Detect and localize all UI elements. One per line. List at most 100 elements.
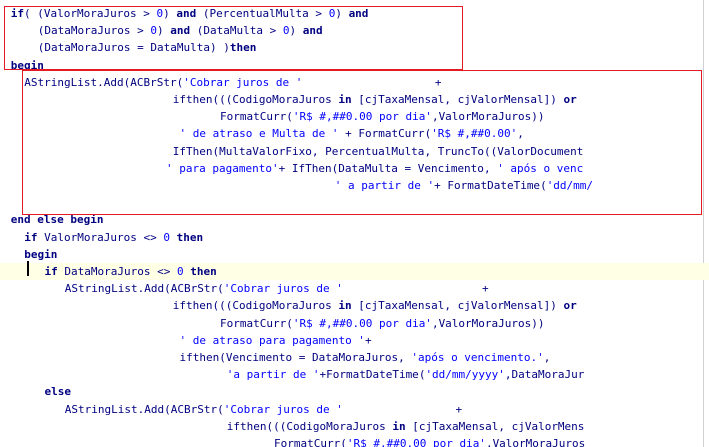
- code-token: +: [338, 127, 359, 141]
- code-token: in: [338, 299, 352, 313]
- code-token: +: [278, 161, 292, 175]
- code-token: ' de atraso para pagamento ': [179, 333, 365, 347]
- code-token: FormatDateTime: [326, 368, 419, 382]
- code-token: ValorMoraJuros: [438, 110, 532, 124]
- code-token: DataMulta: [338, 161, 398, 175]
- code-line[interactable]: if( (ValorMoraJuros > 0) and (Percentual…: [0, 5, 709, 22]
- code-token: ,: [431, 110, 439, 124]
- code-token: if: [44, 265, 58, 278]
- code-token: ,: [444, 299, 458, 313]
- code-token: end else begin: [10, 213, 104, 227]
- code-line[interactable]: AStringList.Add(ACBrStr('Cobrar juros de…: [0, 401, 709, 418]
- code-line[interactable]: AStringList.Add(ACBrStr('Cobrar juros de…: [0, 280, 709, 297]
- code-token: 'dd/mm/: [546, 179, 594, 192]
- code-line[interactable]: ifthen(Vencimento = DataMoraJuros, 'após…: [0, 349, 709, 366]
- code-token: ,: [504, 368, 512, 382]
- code-token: ' a partir de ': [334, 179, 435, 192]
- code-token: if: [10, 7, 24, 20]
- code-token: [: [405, 419, 419, 433]
- code-token: ACBrStr: [130, 75, 177, 89]
- code-token: DataMulta: [203, 24, 263, 38]
- code-token: ValorMoraJuros: [43, 7, 137, 20]
- code-token: 'Cobrar juros de ': [223, 282, 343, 296]
- code-token: DataMoraJuros: [44, 41, 131, 55]
- code-token: CodigoMoraJuros: [232, 93, 332, 106]
- code-token: ,: [398, 351, 412, 364]
- code-line[interactable]: (DataMoraJuros = DataMulta) )then: [0, 39, 709, 56]
- code-token: DataMoraJuros: [311, 351, 399, 364]
- code-token: ]): [543, 93, 564, 106]
- code-line[interactable]: FormatCurr('R$ #,##0.00 por dia',ValorMo…: [0, 108, 709, 125]
- code-token: PercentualMulta: [209, 7, 309, 20]
- code-token: <>: [136, 230, 164, 244]
- code-token: CodigoMoraJuros: [286, 419, 386, 433]
- code-line[interactable]: FormatCurr('R$ #,##0.00 por dia',ValorMo…: [0, 435, 709, 447]
- code-line[interactable]: [0, 194, 709, 211]
- code-token: cjTaxaMensal: [418, 419, 499, 433]
- code-token: =: [130, 41, 151, 55]
- code-token: +: [364, 333, 372, 347]
- code-token: 0: [150, 24, 157, 38]
- code-token: ValorDocument: [497, 144, 584, 158]
- code-token: cjValorMensal: [457, 299, 544, 313]
- code-line[interactable]: ' de atraso para pagamento '+: [0, 332, 709, 349]
- code-token: TruncTo: [437, 144, 485, 158]
- code-line[interactable]: ifthen(((CodigoMoraJuros in [cjTaxaMensa…: [0, 297, 709, 314]
- code-token: (((: [212, 299, 233, 313]
- code-token: ValorMoraJuros: [492, 437, 586, 447]
- code-line[interactable]: if DataMoraJuros <> 0 then: [0, 263, 709, 280]
- code-token: ifthen: [172, 93, 213, 106]
- code-token: [: [351, 93, 365, 106]
- code-line[interactable]: ' para pagamento'+ IfThen(DataMulta = Ve…: [0, 160, 709, 177]
- code-token: >: [262, 24, 283, 38]
- code-token: ): [335, 7, 349, 20]
- code-line[interactable]: ifthen(((CodigoMoraJuros in [cjTaxaMensa…: [0, 91, 709, 108]
- code-token: or: [563, 93, 577, 106]
- code-line[interactable]: if ValorMoraJuros <> 0 then: [0, 229, 709, 246]
- code-token: ,: [444, 93, 458, 106]
- code-line[interactable]: ' de atraso e Multa de ' + FormatCurr('R…: [0, 125, 709, 142]
- code-token: FormatDateTime: [447, 179, 541, 192]
- code-token: cjValorMensal: [457, 93, 544, 106]
- code-line[interactable]: (DataMoraJuros > 0) and (DataMulta > 0) …: [0, 22, 709, 39]
- code-token: CodigoMoraJuros: [232, 299, 332, 313]
- code-line[interactable]: end else begin: [0, 211, 709, 228]
- code-line[interactable]: else: [0, 383, 709, 400]
- code-editor[interactable]: if ( ( ValorMoraJuros > 0) and ( Percentual…: [0, 0, 709, 447]
- code-token: AStringList.Add: [24, 75, 124, 89]
- code-token: ifthen: [172, 299, 213, 313]
- code-token: +: [342, 402, 463, 416]
- code-token: ,: [517, 127, 524, 141]
- code-token: or: [563, 299, 577, 313]
- code-line[interactable]: begin: [0, 246, 709, 263]
- code-token: (: [217, 282, 224, 296]
- code-line[interactable]: begin: [0, 57, 709, 74]
- code-line[interactable]: 'a partir de '+FormatDateTime('dd/mm/yyy…: [0, 366, 709, 383]
- code-token: ): [289, 24, 303, 38]
- code-token: (: [219, 351, 226, 364]
- code-token: +: [302, 75, 442, 89]
- code-line[interactable]: FormatCurr('R$ #,##0.00 por dia',ValorMo…: [0, 315, 709, 332]
- code-token: cjValorMens: [511, 419, 585, 433]
- code-token: 'Cobrar juros de ': [223, 402, 343, 416]
- code-token: and: [348, 7, 369, 20]
- code-token: >: [308, 7, 329, 20]
- code-token: FormatCurr: [274, 437, 341, 447]
- code-token: (((: [212, 93, 233, 106]
- code-token: ): [163, 7, 177, 20]
- code-token: in: [392, 419, 406, 433]
- code-line[interactable]: AStringList.Add(ACBrStr('Cobrar juros de…: [0, 74, 709, 91]
- code-line[interactable]: IfThen(MultaValorFixo, PercentualMulta, …: [0, 143, 709, 160]
- code-token: DataMoraJur: [511, 368, 585, 382]
- code-token: Vencimento: [225, 351, 293, 364]
- code-line[interactable]: ' a partir de '+ FormatDateTime('dd/mm/: [0, 177, 709, 194]
- code-token: ' de atraso e Multa de ': [179, 127, 339, 141]
- code-token: (: [190, 24, 204, 38]
- code-token: (: [164, 402, 171, 416]
- code-token: DataMoraJuros: [64, 265, 151, 278]
- code-token: MultaValorFixo: [219, 144, 312, 158]
- code-token: in: [338, 93, 352, 106]
- code-token: +: [342, 282, 489, 296]
- code-line[interactable]: ifthen(((CodigoMoraJuros in [cjTaxaMensa…: [0, 418, 709, 435]
